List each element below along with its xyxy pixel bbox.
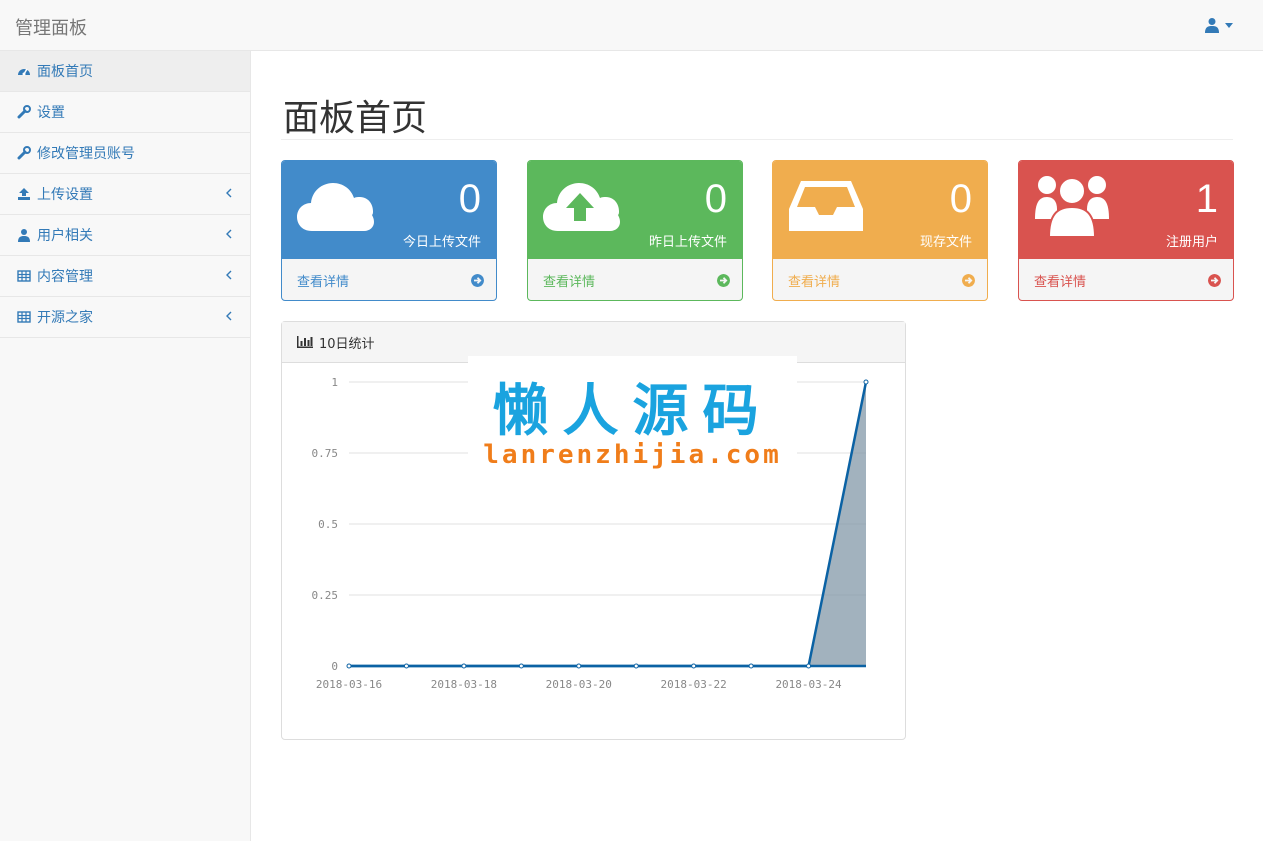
sidebar-item-open-source[interactable]: 开源之家 [0,297,250,338]
stat-panel-yesterday-uploads: 0 昨日上传文件 查看详情 [527,160,743,301]
stat-value: 0 [458,177,481,221]
chevron-left-icon [226,270,232,280]
user-icon [1205,18,1219,33]
table-icon [17,311,31,323]
stat-panel-heading: 0 现存文件 [773,161,987,259]
page-title: 面板首页 [283,98,428,139]
brand-title[interactable]: 管理面板 [15,14,87,40]
sidebar-item-label: 开源之家 [37,310,93,326]
view-details-label: 查看详情 [1034,275,1087,290]
sidebar-item-dashboard[interactable]: 面板首页 [0,51,250,92]
stat-panel-heading: 0 今日上传文件 [282,161,496,259]
dashboard-icon [18,68,30,76]
x-tick-label: 2018-03-20 [546,678,612,691]
arrow-circle-right-icon [471,274,484,287]
view-details-label: 查看详情 [297,275,350,290]
stat-label: 注册用户 [1165,235,1218,250]
data-point [403,663,409,669]
watermark-url: lanrenzhijia.com [483,440,782,470]
sidebar-item-content[interactable]: 内容管理 [0,256,250,297]
view-details-link[interactable]: 查看详情 [528,259,742,300]
view-details-label: 查看详情 [788,275,841,290]
stat-value: 0 [704,177,727,221]
chart-title: 10日统计 [319,336,375,352]
user-icon [18,229,30,242]
x-tick-label: 2018-03-22 [661,678,727,691]
stat-value: 0 [949,177,972,221]
top-navbar: 管理面板 [0,0,1263,51]
x-tick-label: 2018-03-24 [775,678,842,691]
arrow-circle-right-icon [717,274,730,287]
data-point [346,663,352,669]
stat-value: 1 [1195,177,1218,221]
sidebar-item-label: 上传设置 [37,187,93,203]
y-tick-label: 1 [331,376,338,389]
chart-panel: 10日统计 0 0.25 0.5 0.75 1 2018-03-16 2018-03-18 2… [281,321,906,740]
sidebar-item-upload-settings[interactable]: 上传设置 [0,174,250,215]
stat-panel-heading: 0 昨日上传文件 [528,161,742,259]
sidebar-item-label: 内容管理 [37,269,93,285]
bar-chart-icon [297,336,313,348]
cloud-icon [297,183,374,231]
chevron-left-icon [226,311,232,321]
data-point [576,663,582,669]
stat-label: 昨日上传文件 [648,235,727,250]
chevron-left-icon [226,188,232,198]
sidebar-item-label: 设置 [37,105,65,121]
y-tick-label: 0.75 [312,447,339,460]
wrench-icon [17,105,31,119]
arrow-circle-right-icon [1208,274,1221,287]
sidebar-item-users[interactable]: 用户相关 [0,215,250,256]
divider [281,139,1233,140]
inbox-icon [789,181,863,231]
data-point [461,663,467,669]
view-details-link[interactable]: 查看详情 [282,259,496,300]
users-icon [1035,176,1109,237]
y-tick-label: 0.5 [318,518,338,531]
sidebar-item-settings[interactable]: 设置 [0,92,250,133]
data-point [518,663,524,669]
data-point [633,663,639,669]
sidebar-item-admin-account[interactable]: 修改管理员账号 [0,133,250,174]
cloud-upload-icon [543,183,620,231]
arrow-circle-right-icon [962,274,975,287]
wrench-icon [17,146,31,160]
watermark: 懒人源码 lanrenzhijia.com [468,356,797,476]
sidebar-item-label: 面板首页 [37,64,93,80]
y-tick-label: 0.25 [312,589,339,602]
stat-label: 现存文件 [919,235,972,250]
chevron-left-icon [226,229,232,239]
user-menu-toggle[interactable] [1205,17,1235,35]
stat-panel-today-uploads: 0 今日上传文件 查看详情 [281,160,497,301]
data-point [863,379,869,385]
table-icon [17,270,31,282]
sidebar-item-label: 用户相关 [37,228,93,244]
stat-panel-heading: 1 注册用户 [1019,161,1233,259]
view-details-link[interactable]: 查看详情 [773,259,987,300]
y-tick-label: 0 [331,660,338,673]
stat-panel-existing-files: 0 现存文件 查看详情 [772,160,988,301]
data-point [748,663,754,669]
stat-panel-registered-users: 1 注册用户 查看详情 [1018,160,1234,301]
upload-icon [18,188,30,200]
view-details-label: 查看详情 [543,275,596,290]
sidebar-item-label: 修改管理员账号 [37,146,135,162]
view-details-link[interactable]: 查看详情 [1019,259,1233,300]
data-point [806,663,812,669]
data-point [691,663,697,669]
x-tick-label: 2018-03-18 [431,678,497,691]
chevron-down-icon [1225,23,1233,28]
sidebar: 面板首页 设置 修改管理员账号 上传设置 用户相关 内容管理 开源之家 [0,51,251,841]
x-tick-label: 2018-03-16 [316,678,382,691]
watermark-chinese: 懒人源码 [492,379,773,444]
stat-label: 今日上传文件 [402,235,481,250]
